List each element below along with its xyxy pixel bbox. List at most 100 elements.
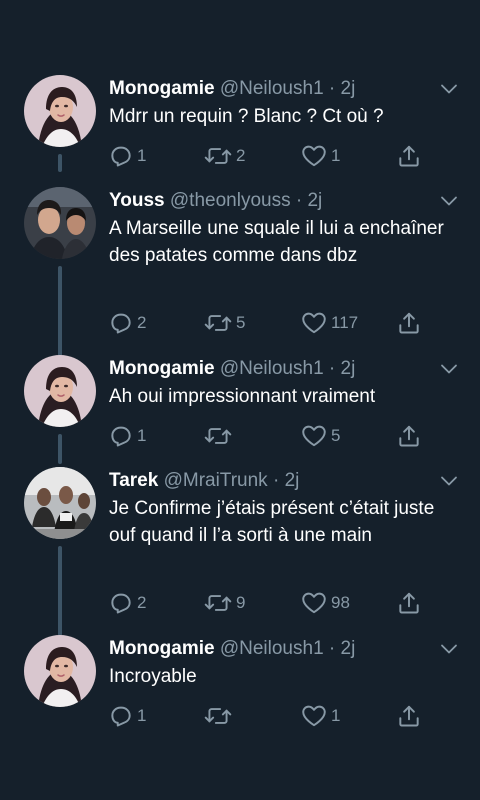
- handle[interactable]: @Neiloush1: [220, 638, 324, 659]
- heart-icon: [300, 310, 328, 336]
- heart-icon: [300, 590, 328, 616]
- tweet-actions: 1 5: [0, 422, 480, 450]
- reply-icon: [108, 423, 134, 449]
- handle[interactable]: @Neiloush1: [220, 78, 324, 99]
- share-icon: [396, 423, 422, 449]
- reply-icon: [108, 703, 134, 729]
- avatar-image: [24, 187, 96, 259]
- display-name[interactable]: Youss: [109, 190, 165, 211]
- tweet-text: Je Confirme j’étais présent c’était just…: [109, 498, 435, 546]
- tweet-text: Ah oui impressionnant vraiment: [109, 386, 376, 407]
- share-icon: [396, 590, 422, 616]
- retweet-button[interactable]: [203, 702, 236, 730]
- avatar[interactable]: [24, 75, 96, 147]
- like-button[interactable]: 98: [300, 589, 350, 617]
- chevron-down-icon[interactable]: [440, 475, 458, 487]
- timestamp[interactable]: 2j: [307, 190, 322, 211]
- reply-button[interactable]: 2: [108, 589, 146, 617]
- display-name[interactable]: Monogamie: [109, 358, 215, 379]
- chevron-down-icon[interactable]: [440, 363, 458, 375]
- handle[interactable]: @theonlyouss: [170, 190, 291, 211]
- heart-icon: [300, 423, 328, 449]
- chevron-down-icon[interactable]: [440, 83, 458, 95]
- retweet-count: 2: [236, 146, 246, 165]
- reply-count: 2: [137, 313, 147, 332]
- like-count: 5: [331, 426, 341, 445]
- like-button[interactable]: 5: [300, 422, 340, 450]
- reply-count: 1: [137, 146, 147, 165]
- retweet-icon: [203, 703, 233, 729]
- share-icon: [396, 703, 422, 729]
- handle[interactable]: @MraiTrunk: [164, 470, 268, 491]
- retweet-button[interactable]: 5: [203, 309, 245, 337]
- timestamp[interactable]: 2j: [341, 78, 356, 99]
- retweet-button[interactable]: 2: [203, 142, 245, 170]
- display-name[interactable]: Tarek: [109, 470, 158, 491]
- chevron-down-icon[interactable]: [440, 643, 458, 655]
- like-count: 117: [331, 313, 359, 332]
- avatar-image: [24, 75, 96, 147]
- like-button[interactable]: 117: [300, 309, 358, 337]
- retweet-icon: [203, 143, 233, 169]
- share-button[interactable]: [396, 422, 422, 450]
- separator-dot: ·: [328, 358, 336, 379]
- share-icon: [396, 310, 422, 336]
- tweet-text: A Marseille une squale il lui a enchaîne…: [109, 218, 444, 266]
- like-count: 1: [331, 706, 341, 725]
- reply-button[interactable]: 2: [108, 309, 146, 337]
- avatar[interactable]: [24, 635, 96, 707]
- share-icon: [396, 143, 422, 169]
- reply-count: 1: [137, 426, 147, 445]
- like-button[interactable]: 1: [300, 142, 340, 170]
- avatar[interactable]: [24, 467, 96, 539]
- separator-dot: ·: [328, 78, 336, 99]
- retweet-button[interactable]: 9: [203, 589, 245, 617]
- like-button[interactable]: 1: [300, 702, 340, 730]
- separator-dot: ·: [272, 470, 280, 491]
- retweet-icon: [203, 590, 233, 616]
- reply-button[interactable]: 1: [108, 702, 146, 730]
- tweet-actions: 2 5 117: [0, 309, 480, 337]
- share-button[interactable]: [396, 142, 422, 170]
- tweet-header: Youss @theonlyouss · 2j: [109, 189, 420, 213]
- avatar[interactable]: [24, 355, 96, 427]
- reply-count: 2: [137, 593, 147, 612]
- reply-icon: [108, 310, 134, 336]
- share-button[interactable]: [396, 702, 422, 730]
- tweet-text: Mdrr un requin ? Blanc ? Ct où ?: [109, 106, 384, 127]
- chevron-down-icon[interactable]: [440, 195, 458, 207]
- tweet-header: Monogamie @Neiloush1 · 2j: [109, 637, 420, 661]
- heart-icon: [300, 703, 328, 729]
- display-name[interactable]: Monogamie: [109, 638, 215, 659]
- like-count: 1: [331, 146, 341, 165]
- timestamp[interactable]: 2j: [341, 358, 356, 379]
- reply-icon: [108, 143, 134, 169]
- reply-count: 1: [137, 706, 147, 725]
- share-button[interactable]: [396, 589, 422, 617]
- display-name[interactable]: Monogamie: [109, 78, 215, 99]
- reply-button[interactable]: 1: [108, 422, 146, 450]
- separator-dot: ·: [328, 638, 336, 659]
- like-count: 98: [331, 593, 350, 612]
- tweet-header: Monogamie @Neiloush1 · 2j: [109, 357, 420, 381]
- reply-icon: [108, 590, 134, 616]
- tweet-header: Monogamie @Neiloush1 · 2j: [109, 77, 420, 101]
- tweet-header: Tarek @MraiTrunk · 2j: [109, 469, 420, 493]
- tweet-text: Incroyable: [109, 666, 197, 687]
- retweet-button[interactable]: [203, 422, 236, 450]
- reply-button[interactable]: 1: [108, 142, 146, 170]
- avatar-image: [24, 635, 96, 707]
- tweet-actions: 1 1: [0, 702, 480, 730]
- share-button[interactable]: [396, 309, 422, 337]
- timestamp[interactable]: 2j: [341, 638, 356, 659]
- tweet-actions: 1 2 1: [0, 142, 480, 170]
- avatar[interactable]: [24, 187, 96, 259]
- timestamp[interactable]: 2j: [285, 470, 300, 491]
- retweet-count: 9: [236, 593, 246, 612]
- avatar-image: [24, 467, 96, 539]
- heart-icon: [300, 143, 328, 169]
- retweet-icon: [203, 423, 233, 449]
- separator-dot: ·: [295, 190, 303, 211]
- retweet-count: 5: [236, 313, 246, 332]
- handle[interactable]: @Neiloush1: [220, 358, 324, 379]
